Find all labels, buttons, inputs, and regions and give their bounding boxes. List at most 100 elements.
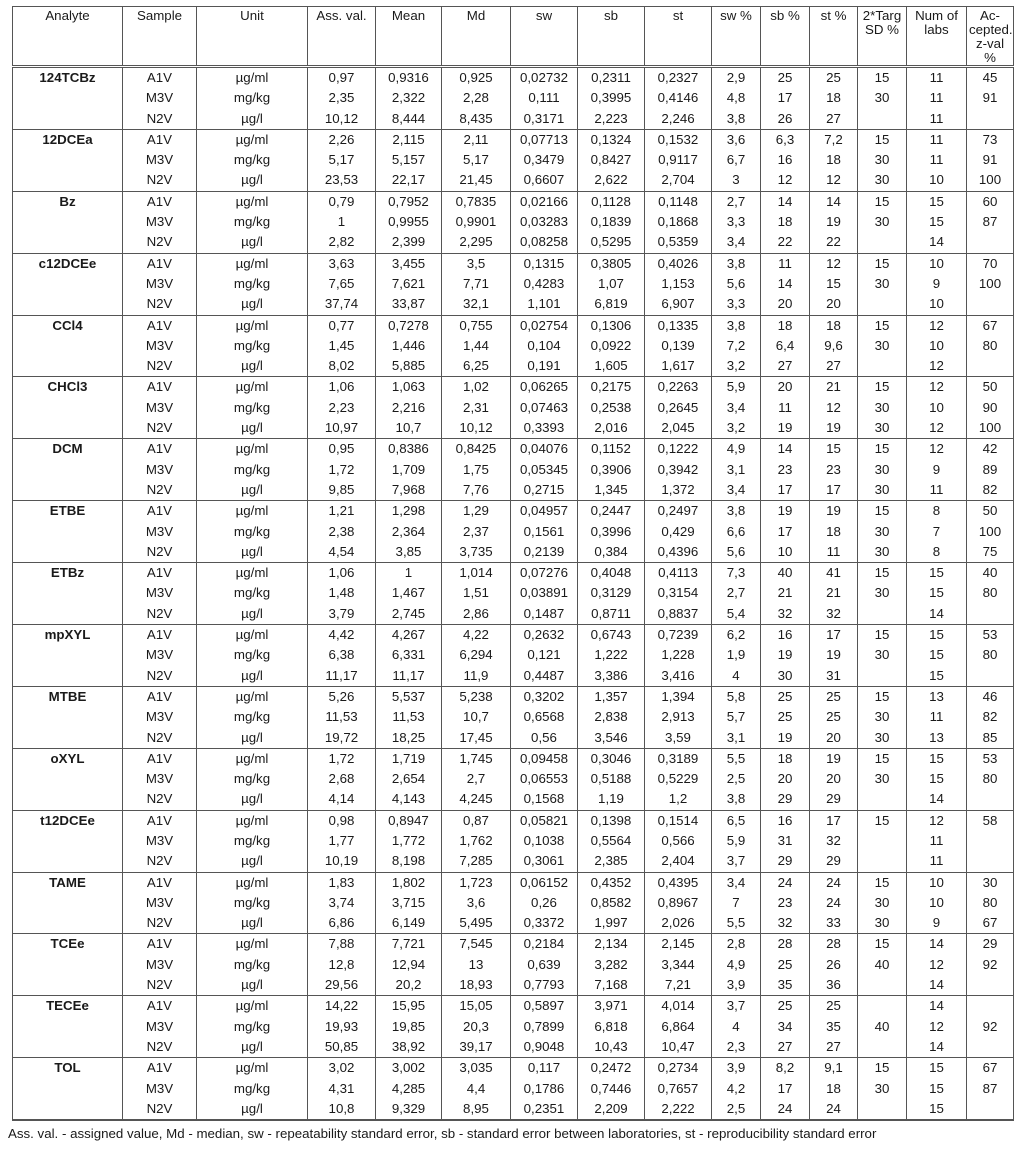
table-cell: 15 [857, 190, 907, 213]
table-row: DCM A1V µg/ml 0,95 0,8386 0,8425 0,04076 0,1152… [12, 438, 1014, 460]
table-cell: 46 [966, 685, 1014, 708]
table-cell: 30 [857, 273, 907, 295]
table-cell: 0,117 [510, 1057, 578, 1079]
table-cell: 0,77 [307, 314, 376, 336]
table-cell: 25 [809, 685, 858, 708]
table-cell: 2,8 [711, 933, 761, 955]
table-cell: 0,1868 [644, 212, 712, 233]
table-cell: N2V [122, 232, 197, 254]
table-cell: 7,2 [711, 335, 761, 357]
table-cell: 4,14 [307, 789, 376, 811]
analyte-group: CHCl3 A1V µg/ml 1,06 1,063 1,02 0,06265 0,2175 0… [12, 376, 1014, 439]
table-cell: 40 [966, 562, 1014, 584]
table-cell: 12 [906, 954, 967, 976]
table-cell: µg/ml [196, 562, 308, 584]
table-cell: 0,139 [644, 335, 712, 357]
footnote: Ass. val. - assigned value, Md - median,… [8, 1126, 877, 1141]
table-row: M3V mg/kg 3,74 3,715 3,6 0,26 0,8582 0,8967 7 23 2… [12, 892, 1014, 914]
table-cell: 22 [809, 232, 858, 254]
table-cell: 3,9 [711, 975, 761, 996]
table-cell: 1,762 [441, 830, 511, 852]
analyte-cell [12, 356, 123, 377]
table-row: ETBz A1V µg/ml 1,06 1 1,014 0,07276 0,4048 0,411… [12, 562, 1014, 584]
table-cell: 7,65 [307, 273, 376, 295]
table-cell: 3,035 [441, 1057, 511, 1079]
table-cell: 0,1038 [510, 830, 578, 852]
column-header: Md [441, 6, 511, 67]
table-cell: 58 [966, 809, 1014, 831]
table-row: N2V µg/l 19,72 18,25 17,45 0,56 3,546 3,59 3,1 19… [12, 727, 1014, 749]
table-cell: mg/kg [196, 645, 308, 666]
column-header: Sample [122, 6, 197, 67]
column-header: 2*Targ SD % [857, 6, 907, 67]
table-cell: 1,06 [307, 376, 376, 398]
analyte-cell: t12DCEe [12, 809, 123, 831]
table-cell: 3,5 [441, 252, 511, 274]
table-cell: 11,53 [375, 707, 442, 728]
table-cell: µg/l [196, 479, 308, 501]
table-cell: N2V [122, 294, 197, 316]
table-cell: 0,02166 [510, 190, 578, 213]
table-cell: 30 [857, 541, 907, 563]
table-cell: 19 [809, 747, 858, 770]
table-cell: 1 [307, 212, 376, 233]
table-cell: 0,9316 [375, 66, 442, 89]
table-cell: 7,21 [644, 975, 712, 996]
table-row: mpXYL A1V µg/ml 4,42 4,267 4,22 0,2632 0,6743 0,… [12, 624, 1014, 646]
analyte-cell [12, 88, 123, 109]
table-cell: 2,82 [307, 232, 376, 254]
table-cell: 67 [966, 913, 1014, 934]
table-cell: 40 [760, 562, 810, 584]
table-cell: 41 [809, 562, 858, 584]
table-cell: 17 [760, 479, 810, 501]
table-row: 124TCBz A1V µg/ml 0,97 0,9316 0,925 0,02732 0,2… [12, 66, 1014, 89]
table-row: M3V mg/kg 6,38 6,331 6,294 0,121 1,222 1,228 1,9… [12, 645, 1014, 666]
table-cell: 5,4 [711, 603, 761, 625]
table-cell: 0,3189 [644, 747, 712, 770]
table-cell: 12 [906, 376, 967, 398]
table-cell: 19 [760, 727, 810, 749]
table-cell: 7,71 [441, 273, 511, 295]
table-cell: 4,143 [375, 789, 442, 811]
table-cell: A1V [122, 624, 197, 646]
table-cell: 11 [809, 541, 858, 563]
table-cell: 7,76 [441, 479, 511, 501]
table-cell: mg/kg [196, 88, 308, 109]
table-cell: 30 [857, 913, 907, 934]
table-cell: 38,92 [375, 1036, 442, 1058]
table-cell: N2V [122, 418, 197, 439]
analyte-cell [12, 975, 123, 996]
table-cell: 5,157 [375, 150, 442, 171]
table-cell: 73 [966, 128, 1014, 151]
table-cell: 1,997 [577, 913, 645, 934]
table-cell: 4,42 [307, 624, 376, 646]
table-cell: 5,495 [441, 913, 511, 934]
analyte-group: CCl4 A1V µg/ml 0,77 0,7278 0,755 0,02754 0,1306… [12, 314, 1014, 377]
table-cell: 21 [760, 583, 810, 604]
table-cell: 40 [857, 1016, 907, 1037]
table-cell: A1V [122, 252, 197, 274]
table-row: M3V mg/kg 2,38 2,364 2,37 0,1561 0,3996 0,429 6,… [12, 521, 1014, 542]
table-cell: 0,6568 [510, 707, 578, 728]
table-cell: 87 [966, 1078, 1014, 1099]
table-cell: 10,12 [441, 418, 511, 439]
table-cell: 1,153 [644, 273, 712, 295]
table-cell: 14 [760, 273, 810, 295]
table-row: M3V mg/kg 1 0,9955 0,9901 0,03283 0,1839 0,1868… [12, 212, 1014, 233]
table-cell: 0,2327 [644, 66, 712, 89]
table-cell: mg/kg [196, 397, 308, 419]
table-row: M3V mg/kg 19,93 19,85 20,3 0,7899 6,818 6,864 4 3… [12, 1016, 1014, 1037]
table-cell: 3,386 [577, 665, 645, 687]
table-cell: 1,345 [577, 479, 645, 501]
table-cell: 15 [906, 212, 967, 233]
table-cell: 14 [906, 995, 967, 1017]
table-cell: 16 [760, 624, 810, 646]
table-cell: M3V [122, 583, 197, 604]
table-cell: 14 [906, 933, 967, 955]
table-cell: 0,7899 [510, 1016, 578, 1037]
table-cell: M3V [122, 1078, 197, 1099]
table-cell: 14 [906, 232, 967, 254]
table-cell: 11 [906, 108, 967, 130]
table-cell: 1,101 [510, 294, 578, 316]
table-cell: 0,2632 [510, 624, 578, 646]
